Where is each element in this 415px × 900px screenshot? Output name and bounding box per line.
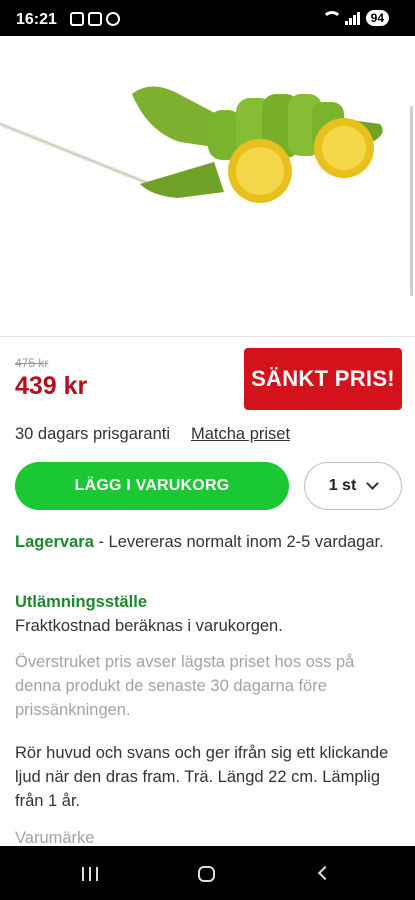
signal-icon: [344, 11, 360, 25]
battery-icon: 94: [365, 10, 389, 26]
product-image[interactable]: [0, 36, 415, 336]
crocodile-toy-image: [0, 86, 383, 203]
match-price-link[interactable]: Matcha priset: [191, 425, 290, 444]
stock-text: - Levereras normalt inom 2-5 vardagar.: [93, 533, 384, 551]
pickup-info: Utlämningsställe Fraktkostnad beräknas i…: [15, 590, 400, 638]
quantity-value: 1 st: [328, 477, 357, 494]
image-scrollbar[interactable]: [410, 106, 413, 296]
pickup-text: Fraktkostnad beräknas i varukorgen.: [15, 617, 283, 635]
back-icon[interactable]: [317, 865, 333, 881]
price-guarantee: 30 dagars prisgaranti: [15, 425, 171, 443]
stock-label: Lagervara: [15, 533, 94, 551]
stock-info: Lagervara - Levereras normalt inom 2-5 v…: [15, 530, 400, 554]
chevron-down-icon: [366, 477, 380, 490]
calendar-icon: [88, 12, 102, 26]
system-icons: 94: [321, 10, 389, 26]
pickup-label: Utlämningsställe: [15, 593, 148, 611]
status-bar: 16:21 94: [0, 0, 415, 36]
divider: [0, 336, 415, 337]
wifi-icon: [321, 11, 342, 25]
app-notification-icon: [106, 12, 120, 26]
home-icon[interactable]: [198, 866, 215, 882]
current-price: 439 kr: [15, 372, 88, 400]
add-to-cart-button[interactable]: LÄGG I VARUKORG: [15, 462, 289, 510]
price-note: Överstruket pris avser lägsta priset hos…: [15, 653, 355, 719]
notification-icons: [70, 12, 120, 26]
sale-badge: SÄNKT PRIS!: [244, 348, 402, 410]
navigation-bar: [0, 846, 415, 900]
screenshot-icon: [70, 12, 84, 26]
quantity-select[interactable]: 1 st: [304, 462, 402, 510]
status-time: 16:21: [16, 11, 57, 28]
old-price: 475 kr: [15, 356, 49, 370]
recents-icon[interactable]: [82, 867, 98, 881]
product-description: Rör huvud och svans och ger ifrån sig et…: [15, 744, 389, 810]
